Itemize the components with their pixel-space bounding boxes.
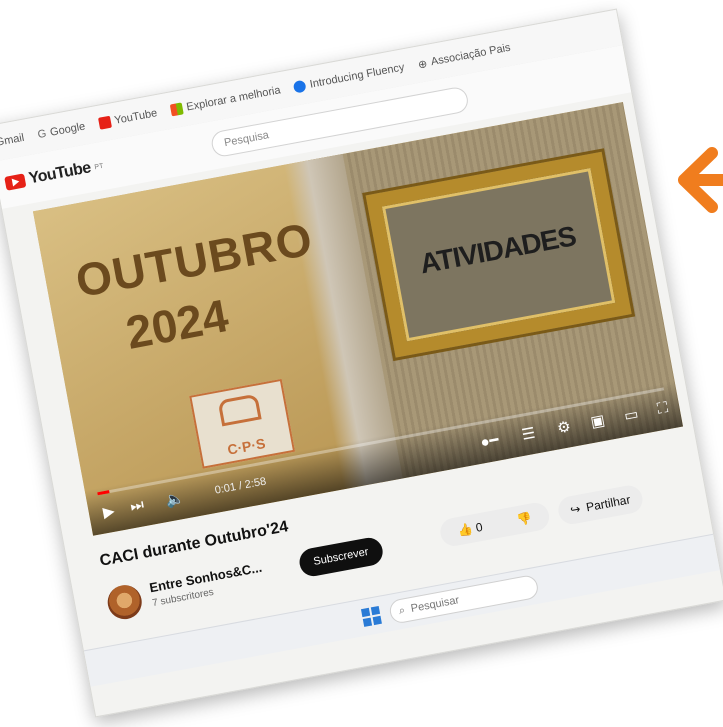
share-button[interactable]: ↪ Partilhar	[556, 483, 645, 527]
globe-icon	[293, 79, 308, 94]
google-icon: G	[36, 127, 48, 142]
globe-icon: ⊕	[417, 57, 429, 72]
back-arrow-icon	[678, 147, 723, 213]
youtube-icon	[97, 115, 112, 130]
bookmark-google[interactable]: G Google	[37, 121, 86, 142]
frame-text: ATIVIDADES	[417, 220, 578, 280]
microsoft-icon	[169, 102, 184, 117]
miniplayer-icon[interactable]: ▣	[589, 411, 606, 431]
share-icon: ↪	[569, 501, 582, 518]
bookmark-label: Gmail	[0, 131, 26, 149]
subtitles-icon[interactable]: ☰	[520, 424, 536, 444]
subscribe-button[interactable]: Subscrever	[297, 535, 385, 579]
next-icon[interactable]: ⏭	[129, 496, 145, 515]
bookmark-label: Google	[49, 120, 87, 139]
bookmark-label: Introducing Fluency	[308, 61, 406, 91]
autoplay-toggle-icon[interactable]: ●━	[479, 430, 500, 451]
youtube-logo-text: YouTube	[27, 159, 93, 188]
thumbs-up-icon: 👍	[456, 521, 474, 539]
share-label: Partilhar	[584, 492, 632, 515]
bookmark-label: Associação Pais	[429, 41, 512, 69]
like-count: 0	[474, 519, 484, 535]
cps-logo-arch	[217, 393, 262, 427]
dislike-button[interactable]: 👎	[516, 511, 533, 527]
taskbar-search-placeholder: Pesquisar	[409, 594, 461, 616]
like-button[interactable]: 👍 0	[457, 520, 484, 538]
youtube-logo[interactable]: YouTube PT	[4, 157, 105, 193]
progress-fill	[97, 490, 110, 496]
bookmark-label: Explorar a melhoria	[185, 84, 282, 114]
search-placeholder: Pesquisa	[223, 129, 270, 150]
youtube-play-icon	[4, 173, 27, 191]
bookmark-associacao[interactable]: ⊕ Associação Pais	[417, 41, 512, 71]
youtube-region: PT	[93, 162, 104, 171]
time-display: 0:01 / 2:58	[213, 475, 268, 497]
bookmark-youtube[interactable]: YouTube	[97, 107, 159, 130]
like-dislike-group: 👍 0 👎	[438, 500, 552, 549]
search-icon: ⌕	[397, 603, 407, 617]
windows-start-icon[interactable]	[360, 605, 382, 627]
screen-photo: Gmail G Google YouTube Explorar a melhor…	[0, 8, 723, 718]
thumbs-down-icon: 👎	[515, 510, 533, 528]
taskbar-search-input[interactable]: ⌕ Pesquisar	[387, 573, 540, 625]
theater-mode-icon[interactable]: ▭	[623, 405, 640, 425]
fullscreen-icon[interactable]: ⛶	[656, 399, 669, 418]
play-icon[interactable]: ▶	[101, 502, 116, 522]
volume-icon[interactable]: 🔈	[164, 489, 185, 510]
channel-avatar[interactable]	[104, 582, 145, 622]
bookmark-gmail[interactable]: Gmail	[0, 132, 25, 149]
bookmark-label: YouTube	[113, 107, 159, 127]
settings-gear-icon[interactable]: ⚙	[556, 417, 572, 437]
